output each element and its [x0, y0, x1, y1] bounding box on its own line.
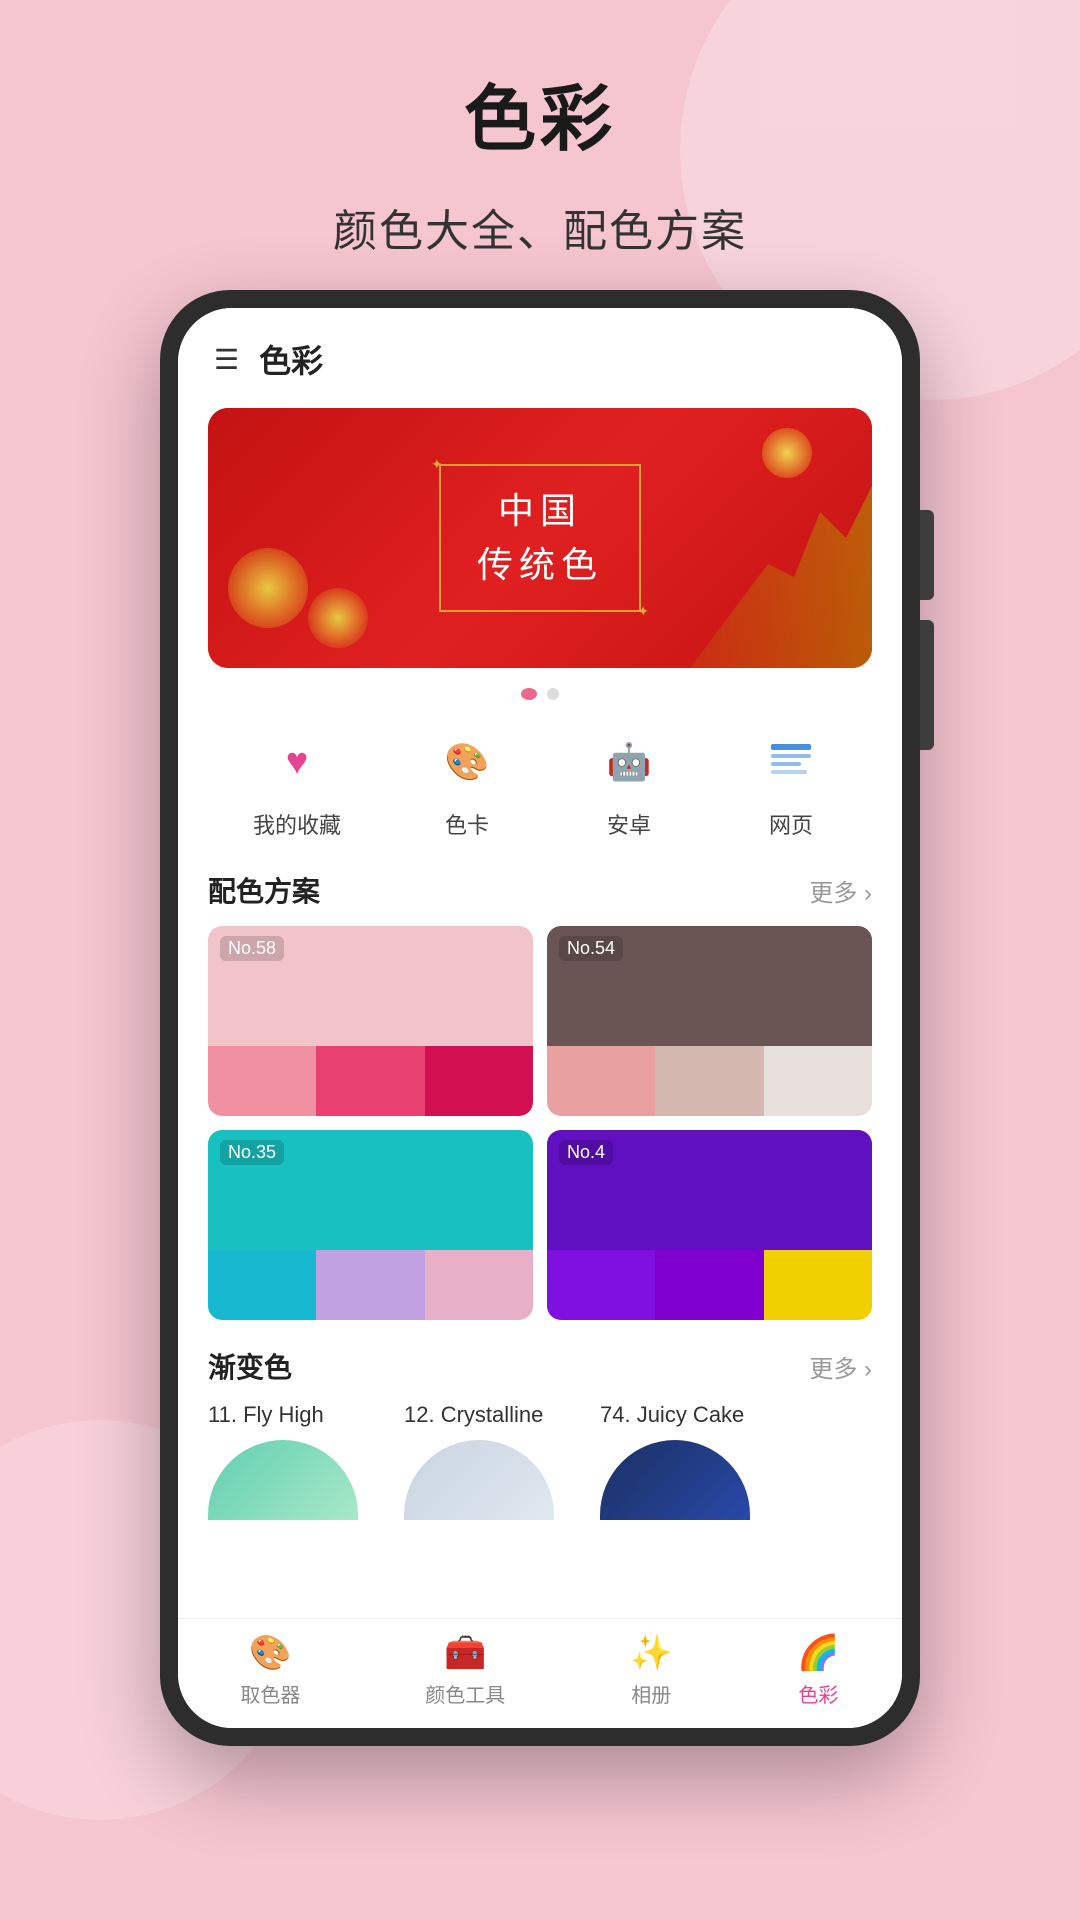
- app-content: ☰ 色彩 中国: [178, 308, 902, 1728]
- palette-no-35: No.35: [220, 1140, 284, 1165]
- nav-color-label: 色彩: [798, 1679, 838, 1708]
- side-button-right2: [920, 620, 934, 750]
- banner-title-line1: 中国: [477, 484, 603, 538]
- banner-dot-1[interactable]: [521, 688, 537, 700]
- category-android-label: 安卓: [607, 808, 651, 840]
- banner-inner: 中国 传统色: [208, 408, 872, 668]
- gradient-card-12[interactable]: 12. Crystalline: [404, 1402, 584, 1520]
- color-nav-icon: 🌈: [797, 1633, 839, 1673]
- nav-color-tools-label: 颜色工具: [425, 1679, 505, 1708]
- palette-4-swatches: [547, 1250, 872, 1320]
- banner-dot-2[interactable]: [547, 688, 559, 700]
- top-bar: ☰ 色彩: [178, 308, 902, 398]
- banner-text-box: 中国 传统色: [439, 464, 641, 612]
- category-favorites-label: 我的收藏: [253, 808, 341, 840]
- phone-mockup: ☰ 色彩 中国: [160, 290, 920, 1746]
- app-title: 色彩: [259, 336, 323, 382]
- palette-35-swatches: [208, 1250, 533, 1320]
- gradient-12-circle: [404, 1440, 554, 1520]
- palette-no-54: No.54: [559, 936, 623, 961]
- phone-frame: ☰ 色彩 中国: [160, 290, 920, 1746]
- palette-card-54[interactable]: No.54: [547, 926, 872, 1116]
- web-icon: [755, 726, 827, 798]
- color-picker-icon: 🎨: [249, 1633, 291, 1673]
- gradient-cards: 11. Fly High 12. Crystalline 74. Juicy C…: [208, 1402, 872, 1520]
- color-card-icon: 🎨: [431, 726, 503, 798]
- palette-no-4: No.4: [559, 1140, 613, 1165]
- banner-title-line2: 传统色: [477, 538, 603, 592]
- nav-color-picker[interactable]: 🎨 取色器: [240, 1633, 300, 1708]
- banner[interactable]: 中国 传统色: [208, 408, 872, 668]
- category-web-label: 网页: [769, 808, 813, 840]
- palette-58-swatches: [208, 1046, 533, 1116]
- album-icon: ✨: [630, 1633, 672, 1673]
- android-icon: 🤖: [593, 726, 665, 798]
- page-subtitle: 颜色大全、配色方案: [0, 195, 1080, 259]
- category-color-card-label: 色卡: [445, 808, 489, 840]
- firework-3: [762, 428, 812, 478]
- gradient-11-circle: [208, 1440, 358, 1520]
- nav-color-picker-label: 取色器: [240, 1679, 300, 1708]
- category-row: ♥ 我的收藏 🎨 色卡 🤖 安卓: [178, 710, 902, 860]
- palette-no-58: No.58: [220, 936, 284, 961]
- gradient-card-74[interactable]: 74. Juicy Cake: [600, 1402, 780, 1520]
- palette-more-link[interactable]: 更多 ›: [809, 873, 872, 908]
- scroll-area[interactable]: 中国 传统色 ♥ 我的收藏: [178, 398, 902, 1618]
- category-color-card[interactable]: 🎨 色卡: [431, 726, 503, 840]
- hamburger-icon[interactable]: ☰: [214, 343, 239, 376]
- page-title: 色彩: [0, 60, 1080, 165]
- color-tools-icon: 🧰: [444, 1633, 486, 1673]
- phone-screen: ☰ 色彩 中国: [178, 308, 902, 1728]
- nav-album[interactable]: ✨ 相册: [630, 1633, 672, 1708]
- palette-card-58[interactable]: No.58: [208, 926, 533, 1116]
- palette-section-header: 配色方案 更多 ›: [178, 860, 902, 926]
- firework-2: [308, 588, 368, 648]
- nav-album-label: 相册: [631, 1679, 671, 1708]
- gradient-section: 11. Fly High 12. Crystalline 74. Juicy C…: [178, 1402, 902, 1540]
- gradient-74-title: 74. Juicy Cake: [600, 1402, 780, 1428]
- heart-icon: ♥: [261, 726, 333, 798]
- palette-section-title: 配色方案: [208, 870, 320, 910]
- palette-54-swatches: [547, 1046, 872, 1116]
- firework-1: [228, 548, 308, 628]
- gradient-card-11[interactable]: 11. Fly High: [208, 1402, 388, 1520]
- category-favorites[interactable]: ♥ 我的收藏: [253, 726, 341, 840]
- banner-dots: [178, 688, 902, 700]
- page-header: 色彩 颜色大全、配色方案: [0, 0, 1080, 259]
- category-android[interactable]: 🤖 安卓: [593, 726, 665, 840]
- side-button-right: [920, 510, 934, 600]
- bottom-nav: 🎨 取色器 🧰 颜色工具 ✨ 相册 🌈 色彩: [178, 1618, 902, 1728]
- gradient-12-title: 12. Crystalline: [404, 1402, 584, 1428]
- gradient-section-title: 渐变色: [208, 1346, 292, 1386]
- nav-color-tools[interactable]: 🧰 颜色工具: [425, 1633, 505, 1708]
- category-web[interactable]: 网页: [755, 726, 827, 840]
- palette-card-4[interactable]: No.4: [547, 1130, 872, 1320]
- gradient-11-title: 11. Fly High: [208, 1402, 388, 1428]
- nav-color[interactable]: 🌈 色彩: [797, 1633, 839, 1708]
- gradient-74-circle: [600, 1440, 750, 1520]
- palette-grid: No.58 No.54: [178, 926, 902, 1336]
- palette-card-35[interactable]: No.35: [208, 1130, 533, 1320]
- gradient-more-link[interactable]: 更多 ›: [809, 1349, 872, 1384]
- gradient-section-header: 渐变色 更多 ›: [178, 1336, 902, 1402]
